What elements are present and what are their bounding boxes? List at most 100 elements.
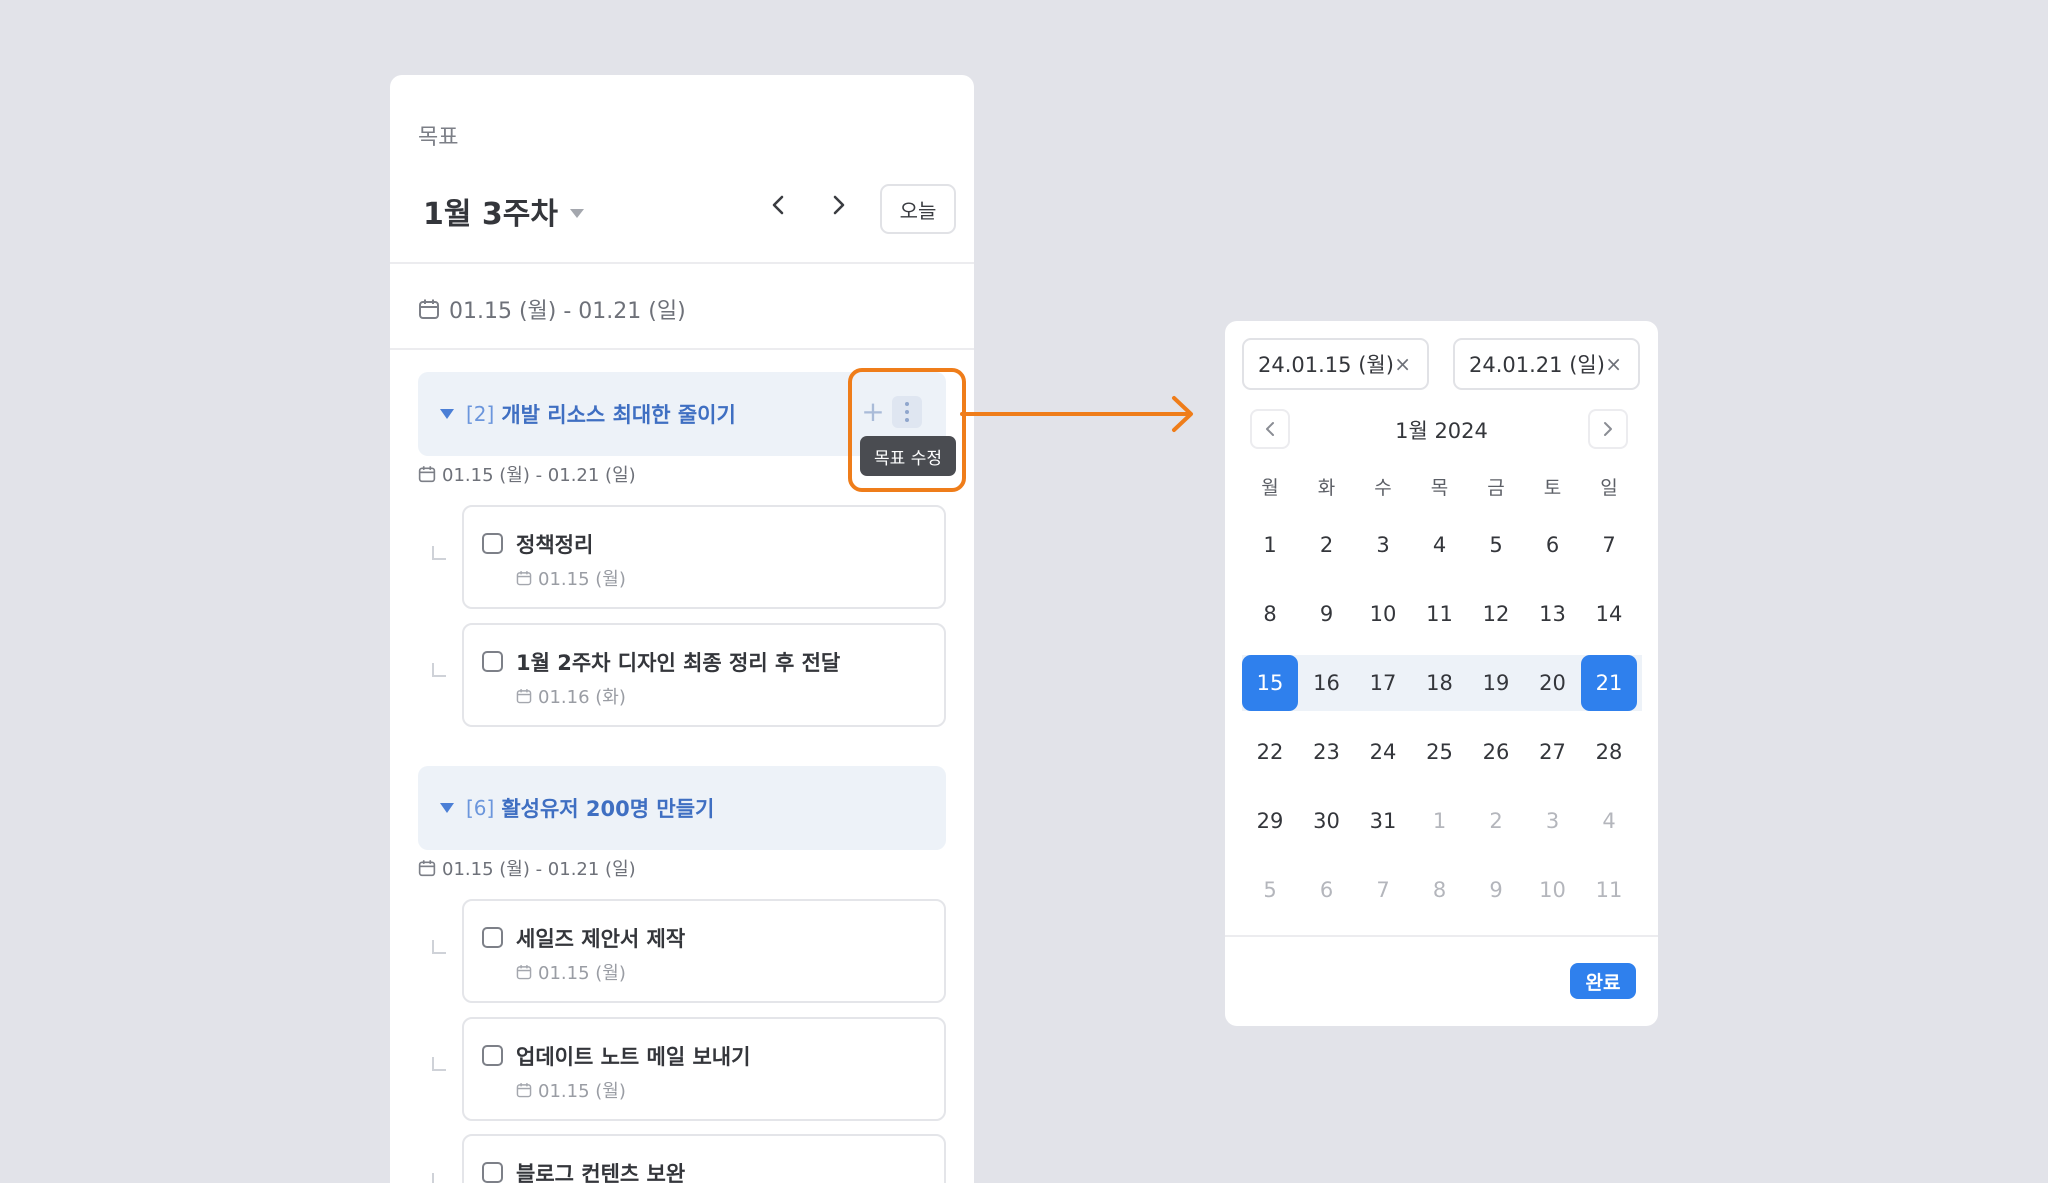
- calendar-day[interactable]: 28: [1581, 724, 1637, 780]
- calendar-day[interactable]: 23: [1299, 724, 1355, 780]
- calendar-day-outside[interactable]: 1: [1412, 793, 1468, 849]
- calendar-day[interactable]: 6: [1525, 517, 1581, 573]
- task-connector: [432, 546, 446, 560]
- start-date-field[interactable]: 24.01.15 (월) ×: [1242, 338, 1429, 390]
- chevron-right-icon: [833, 195, 845, 215]
- weekday-label: 화: [1317, 477, 1336, 499]
- goal-dates: 01.15 (월) - 01.21 (일): [418, 461, 636, 487]
- calendar-day[interactable]: 9: [1299, 586, 1355, 642]
- calendar-day-outside[interactable]: 6: [1299, 862, 1355, 918]
- calendar-day[interactable]: 1: [1242, 517, 1298, 573]
- calendar-day-outside[interactable]: 11: [1581, 862, 1637, 918]
- task-title: 정책정리: [516, 533, 594, 557]
- end-date-field[interactable]: 24.01.21 (일) ×: [1453, 338, 1640, 390]
- calendar-icon: [516, 965, 532, 980]
- done-button[interactable]: 완료: [1570, 963, 1636, 999]
- task-card[interactable]: 1월 2주차 디자인 최종 정리 후 전달 01.16 (화): [462, 623, 946, 727]
- calendar-day-outside[interactable]: 4: [1581, 793, 1637, 849]
- caret-down-icon: [570, 208, 584, 218]
- calendar-day[interactable]: 27: [1525, 724, 1581, 780]
- goal-dates-text: 01.15 (월) - 01.21 (일): [442, 859, 636, 880]
- task-card[interactable]: 정책정리 01.15 (월): [462, 505, 946, 609]
- next-week-button[interactable]: [819, 185, 859, 225]
- goal-header[interactable]: [6] 활성유저 200명 만들기: [418, 766, 946, 850]
- calendar-day-outside[interactable]: 10: [1525, 862, 1581, 918]
- calendar-day[interactable]: 20: [1525, 655, 1581, 711]
- next-month-button[interactable]: [1588, 409, 1628, 449]
- calendar-day-range-start[interactable]: 15: [1242, 655, 1298, 711]
- goal-count: [2]: [466, 402, 495, 426]
- task-checkbox[interactable]: [482, 533, 503, 554]
- calendar-day-range-end[interactable]: 21: [1581, 655, 1637, 711]
- calendar-icon: [516, 571, 532, 586]
- highlight-outline: [848, 368, 966, 492]
- calendar-day[interactable]: 29: [1242, 793, 1298, 849]
- task-card[interactable]: 블로그 컨텐츠 보완: [462, 1134, 946, 1183]
- calendar-day[interactable]: 10: [1355, 586, 1411, 642]
- weekday-label: 토: [1543, 477, 1562, 499]
- calendar-day-outside[interactable]: 7: [1355, 862, 1411, 918]
- calendar-icon: [418, 860, 436, 877]
- task-date-text: 01.16 (화): [538, 687, 626, 708]
- task-connector: [432, 1057, 446, 1071]
- calendar-day[interactable]: 8: [1242, 586, 1298, 642]
- calendar-day[interactable]: 2: [1299, 517, 1355, 573]
- calendar-day[interactable]: 5: [1468, 517, 1524, 573]
- weekday-label: 수: [1374, 477, 1392, 499]
- goal-dates-text: 01.15 (월) - 01.21 (일): [442, 465, 636, 486]
- calendar-icon: [516, 689, 532, 704]
- prev-week-button[interactable]: [758, 185, 798, 225]
- end-date-value: 24.01.21 (일): [1469, 353, 1605, 377]
- collapse-caret-icon[interactable]: [440, 409, 454, 419]
- clear-end-date-icon[interactable]: ×: [1605, 352, 1622, 376]
- task-checkbox[interactable]: [482, 651, 503, 672]
- calendar-day-outside[interactable]: 5: [1242, 862, 1298, 918]
- clear-start-date-icon[interactable]: ×: [1394, 352, 1411, 376]
- calendar-icon: [419, 299, 439, 319]
- calendar-day[interactable]: 11: [1412, 586, 1468, 642]
- calendar-day[interactable]: 3: [1355, 517, 1411, 573]
- calendar-day[interactable]: 16: [1299, 655, 1355, 711]
- calendar-day[interactable]: 30: [1299, 793, 1355, 849]
- calendar-day[interactable]: 14: [1581, 586, 1637, 642]
- calendar-day[interactable]: 25: [1412, 724, 1468, 780]
- task-title: 1월 2주차 디자인 최종 정리 후 전달: [516, 651, 841, 675]
- calendar-day-outside[interactable]: 2: [1468, 793, 1524, 849]
- collapse-caret-icon[interactable]: [440, 803, 454, 813]
- calendar-icon: [516, 1083, 532, 1098]
- calendar-day-outside[interactable]: 3: [1525, 793, 1581, 849]
- calendar-day-outside[interactable]: 9: [1468, 862, 1524, 918]
- task-card[interactable]: 업데이트 노트 메일 보내기 01.15 (월): [462, 1017, 946, 1121]
- today-button[interactable]: 오늘: [880, 184, 956, 234]
- calendar-day[interactable]: 26: [1468, 724, 1524, 780]
- calendar-day[interactable]: 17: [1355, 655, 1411, 711]
- calendar-day[interactable]: 12: [1468, 586, 1524, 642]
- task-checkbox[interactable]: [482, 1162, 503, 1183]
- divider: [1225, 935, 1658, 937]
- calendar-day[interactable]: 19: [1468, 655, 1524, 711]
- calendar-day[interactable]: 13: [1525, 586, 1581, 642]
- task-date-text: 01.15 (월): [538, 1081, 626, 1102]
- goal-title: 활성유저 200명 만들기: [501, 797, 715, 821]
- calendar-day[interactable]: 31: [1355, 793, 1411, 849]
- goal-title: 개발 리소스 최대한 줄이기: [501, 403, 736, 427]
- calendar-icon: [418, 466, 436, 483]
- task-checkbox[interactable]: [482, 927, 503, 948]
- task-title: 세일즈 제안서 제작: [516, 927, 686, 951]
- goal-panel: 목표 1월 3주차 오늘 01.15 (월) - 01.21 (일) [2] 개…: [390, 75, 974, 1183]
- task-checkbox[interactable]: [482, 1045, 503, 1066]
- calendar-day-outside[interactable]: 8: [1412, 862, 1468, 918]
- calendar-day[interactable]: 4: [1412, 517, 1468, 573]
- divider: [390, 348, 974, 350]
- date-picker: 24.01.15 (월) × 24.01.21 (일) × 1월 2024 월 …: [1225, 321, 1658, 1026]
- calendar-day[interactable]: 24: [1355, 724, 1411, 780]
- calendar-day[interactable]: 22: [1242, 724, 1298, 780]
- divider: [390, 262, 974, 264]
- task-connector: [432, 663, 446, 677]
- task-card[interactable]: 세일즈 제안서 제작 01.15 (월): [462, 899, 946, 1003]
- calendar-day[interactable]: 7: [1581, 517, 1637, 573]
- calendar-day[interactable]: 18: [1412, 655, 1468, 711]
- week-range-text: 01.15 (월) - 01.21 (일): [449, 299, 686, 324]
- task-date-text: 01.15 (월): [538, 569, 626, 590]
- week-selector[interactable]: 1월 3주차: [423, 189, 584, 233]
